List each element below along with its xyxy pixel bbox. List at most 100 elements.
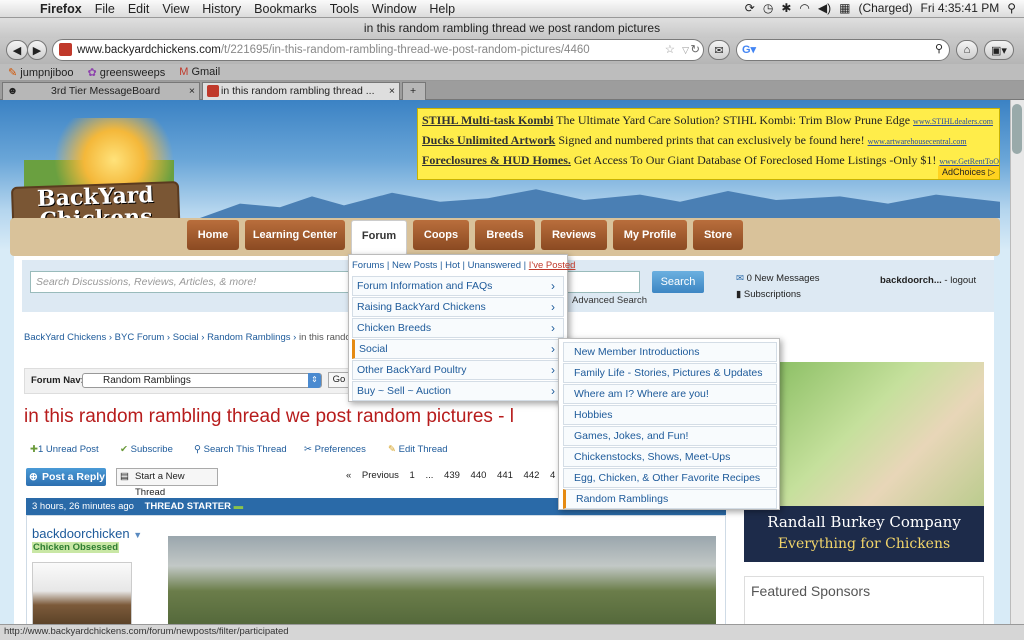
clock[interactable]: Fri 4:35:41 PM bbox=[921, 1, 1000, 15]
pager-page[interactable]: 441 bbox=[497, 470, 513, 481]
sub-games-jokes[interactable]: Games, Jokes, and Fun! bbox=[563, 426, 777, 446]
magnifier-icon[interactable]: ⚲ bbox=[935, 42, 943, 55]
forum-nav-select[interactable]: Random Ramblings ⇕ bbox=[82, 373, 322, 388]
sub-where-am-i[interactable]: Where am I? Where are you! bbox=[563, 384, 777, 404]
volume-icon[interactable]: ◀) bbox=[818, 1, 831, 15]
forward-button[interactable]: ▶ bbox=[27, 40, 47, 60]
logout-link[interactable]: - logout bbox=[944, 275, 976, 286]
tab-close-icon[interactable]: × bbox=[389, 83, 395, 100]
quicklink-new-posts[interactable]: New Posts bbox=[392, 260, 437, 271]
google-icon[interactable]: G▾ bbox=[742, 43, 756, 56]
dd-buy-sell-auction[interactable]: Buy ~ Sell ~ Auction › bbox=[352, 381, 564, 401]
email-link-button[interactable]: ✉ bbox=[708, 40, 730, 60]
menu-bookmarks[interactable]: Bookmarks bbox=[254, 2, 317, 16]
battery-status[interactable]: (Charged) bbox=[858, 1, 912, 15]
url-bar[interactable]: www.backyardchickens.com/t/221695/in-thi… bbox=[52, 39, 704, 61]
dd-raising-backyard-chickens[interactable]: Raising BackYard Chickens › bbox=[352, 297, 564, 317]
dd-forum-information[interactable]: Forum Information and FAQs › bbox=[352, 276, 564, 296]
pager-page[interactable]: 440 bbox=[471, 470, 487, 481]
back-button[interactable]: ◀ bbox=[6, 40, 28, 60]
start-new-thread-button[interactable]: ▤ Start a New Thread bbox=[116, 468, 218, 498]
nav-learning-center[interactable]: Learning Center bbox=[245, 220, 345, 250]
nav-breeds[interactable]: Breeds bbox=[475, 220, 535, 250]
advanced-search-link[interactable]: Advanced Search bbox=[572, 295, 647, 306]
scrollbar-thumb[interactable] bbox=[1012, 104, 1022, 154]
edit-thread-link[interactable]: ✎ Edit Thread bbox=[388, 444, 448, 455]
menu-app-name[interactable]: Firefox bbox=[40, 2, 82, 16]
bookmark-gmail[interactable]: M Gmail bbox=[179, 66, 220, 78]
spotlight-icon[interactable]: ⚲ bbox=[1007, 1, 1016, 15]
username-link[interactable]: backdoorch... bbox=[880, 275, 942, 286]
unread-post-link[interactable]: ✚1 Unread Post bbox=[30, 444, 99, 455]
promo-banner[interactable]: Randall Burkey Company Everything for Ch… bbox=[744, 506, 984, 562]
pager-previous[interactable]: « Previous bbox=[346, 470, 399, 481]
forum-nav-go-button[interactable]: Go bbox=[328, 372, 350, 388]
preferences-link[interactable]: ✂ Preferences bbox=[304, 444, 366, 455]
ad-title[interactable]: STIHL Multi-task Kombi bbox=[422, 113, 553, 127]
bluetooth-icon[interactable]: ✱ bbox=[781, 1, 791, 15]
pager-page[interactable]: 4 bbox=[550, 470, 555, 481]
post-reply-button[interactable]: ⊕ Post a Reply bbox=[26, 468, 106, 486]
sub-hobbies[interactable]: Hobbies bbox=[563, 405, 777, 425]
reload-icon[interactable]: ↻ bbox=[690, 40, 700, 60]
tab-active[interactable]: in this random rambling thread ... × bbox=[202, 82, 400, 100]
menu-edit[interactable]: Edit bbox=[128, 2, 150, 16]
tab-close-icon[interactable]: × bbox=[189, 83, 195, 100]
ad-url[interactable]: www.STIHLdealers.com bbox=[913, 117, 993, 126]
search-engine-box[interactable]: G▾ ⚲ bbox=[736, 39, 950, 61]
url-dropdown-icon[interactable]: ▽ bbox=[682, 40, 689, 60]
ad-line[interactable]: STIHL Multi-task Kombi The Ultimate Yard… bbox=[422, 111, 995, 131]
sync-icon[interactable]: ⟳ bbox=[745, 1, 755, 15]
menu-help[interactable]: Help bbox=[429, 2, 455, 16]
site-search-button[interactable]: Search bbox=[652, 271, 704, 293]
bookmark-greensweeps[interactable]: ✿ greensweeps bbox=[87, 66, 165, 79]
flag-icon[interactable]: ▦ bbox=[839, 1, 850, 15]
dd-social[interactable]: Social › bbox=[352, 339, 564, 359]
ad-banner[interactable]: STIHL Multi-task Kombi The Ultimate Yard… bbox=[417, 108, 1000, 180]
addons-button[interactable]: ▣▾ bbox=[984, 40, 1014, 60]
ad-line[interactable]: Ducks Unlimited Artwork Signed and numbe… bbox=[422, 131, 995, 151]
dd-chicken-breeds[interactable]: Chicken Breeds › bbox=[352, 318, 564, 338]
quicklink-ive-posted[interactable]: I've Posted bbox=[529, 260, 576, 271]
ad-title[interactable]: Foreclosures & HUD Homes. bbox=[422, 153, 571, 167]
breadcrumb-item[interactable]: BYC Forum bbox=[115, 332, 165, 343]
vertical-scrollbar[interactable] bbox=[1010, 100, 1024, 624]
nav-store[interactable]: Store bbox=[693, 220, 743, 250]
sub-chickenstocks[interactable]: Chickenstocks, Shows, Meet-Ups bbox=[563, 447, 777, 467]
nav-forum[interactable]: Forum bbox=[351, 220, 407, 256]
home-button[interactable]: ⌂ bbox=[956, 40, 978, 60]
nav-my-profile[interactable]: My Profile bbox=[613, 220, 687, 250]
ad-url[interactable]: www.artwarehousecentral.com bbox=[868, 137, 967, 146]
subscribe-link[interactable]: ✔ Subscribe bbox=[120, 444, 173, 455]
quicklink-forums[interactable]: Forums bbox=[352, 260, 384, 271]
user-avatar[interactable] bbox=[32, 562, 132, 624]
dd-other-poultry[interactable]: Other BackYard Poultry › bbox=[352, 360, 564, 380]
nav-reviews[interactable]: Reviews bbox=[541, 220, 607, 250]
ad-line[interactable]: Foreclosures & HUD Homes. Get Access To … bbox=[422, 151, 999, 171]
post-image[interactable] bbox=[168, 536, 716, 624]
time-machine-icon[interactable]: ◷ bbox=[763, 1, 773, 15]
pager-page[interactable]: 442 bbox=[524, 470, 540, 481]
tab-3rd-tier[interactable]: ☻ 3rd Tier MessageBoard × bbox=[2, 82, 200, 100]
new-tab-button[interactable]: + bbox=[402, 82, 426, 100]
breadcrumb-item[interactable]: Random Ramblings bbox=[207, 332, 290, 343]
pager-page[interactable]: 439 bbox=[444, 470, 460, 481]
bookmark-jumpnjiboo[interactable]: ✎ jumpnjiboo bbox=[8, 66, 73, 79]
ad-choices-button[interactable]: AdChoices ▷ bbox=[938, 166, 999, 179]
menu-view[interactable]: View bbox=[162, 2, 189, 16]
search-thread-link[interactable]: ⚲ Search This Thread bbox=[194, 444, 287, 455]
sub-recipes[interactable]: Egg, Chicken, & Other Favorite Recipes bbox=[563, 468, 777, 488]
sub-random-ramblings[interactable]: Random Ramblings bbox=[563, 489, 777, 509]
menu-file[interactable]: File bbox=[95, 2, 115, 16]
user-dropdown-icon[interactable]: ▼ bbox=[133, 530, 142, 540]
menu-history[interactable]: History bbox=[202, 2, 241, 16]
ad-url[interactable]: www.GetRentToO bbox=[939, 157, 999, 166]
sub-family-life[interactable]: Family Life - Stories, Pictures & Update… bbox=[563, 363, 777, 383]
nav-home[interactable]: Home bbox=[187, 220, 239, 250]
menu-tools[interactable]: Tools bbox=[330, 2, 359, 16]
post-username[interactable]: backdoorchicken ▼ bbox=[32, 526, 142, 541]
menu-window[interactable]: Window bbox=[372, 2, 416, 16]
subscriptions-link[interactable]: ▮ Subscriptions bbox=[736, 289, 801, 300]
nav-coops[interactable]: Coops bbox=[413, 220, 469, 250]
breadcrumb-item[interactable]: Social bbox=[173, 332, 199, 343]
